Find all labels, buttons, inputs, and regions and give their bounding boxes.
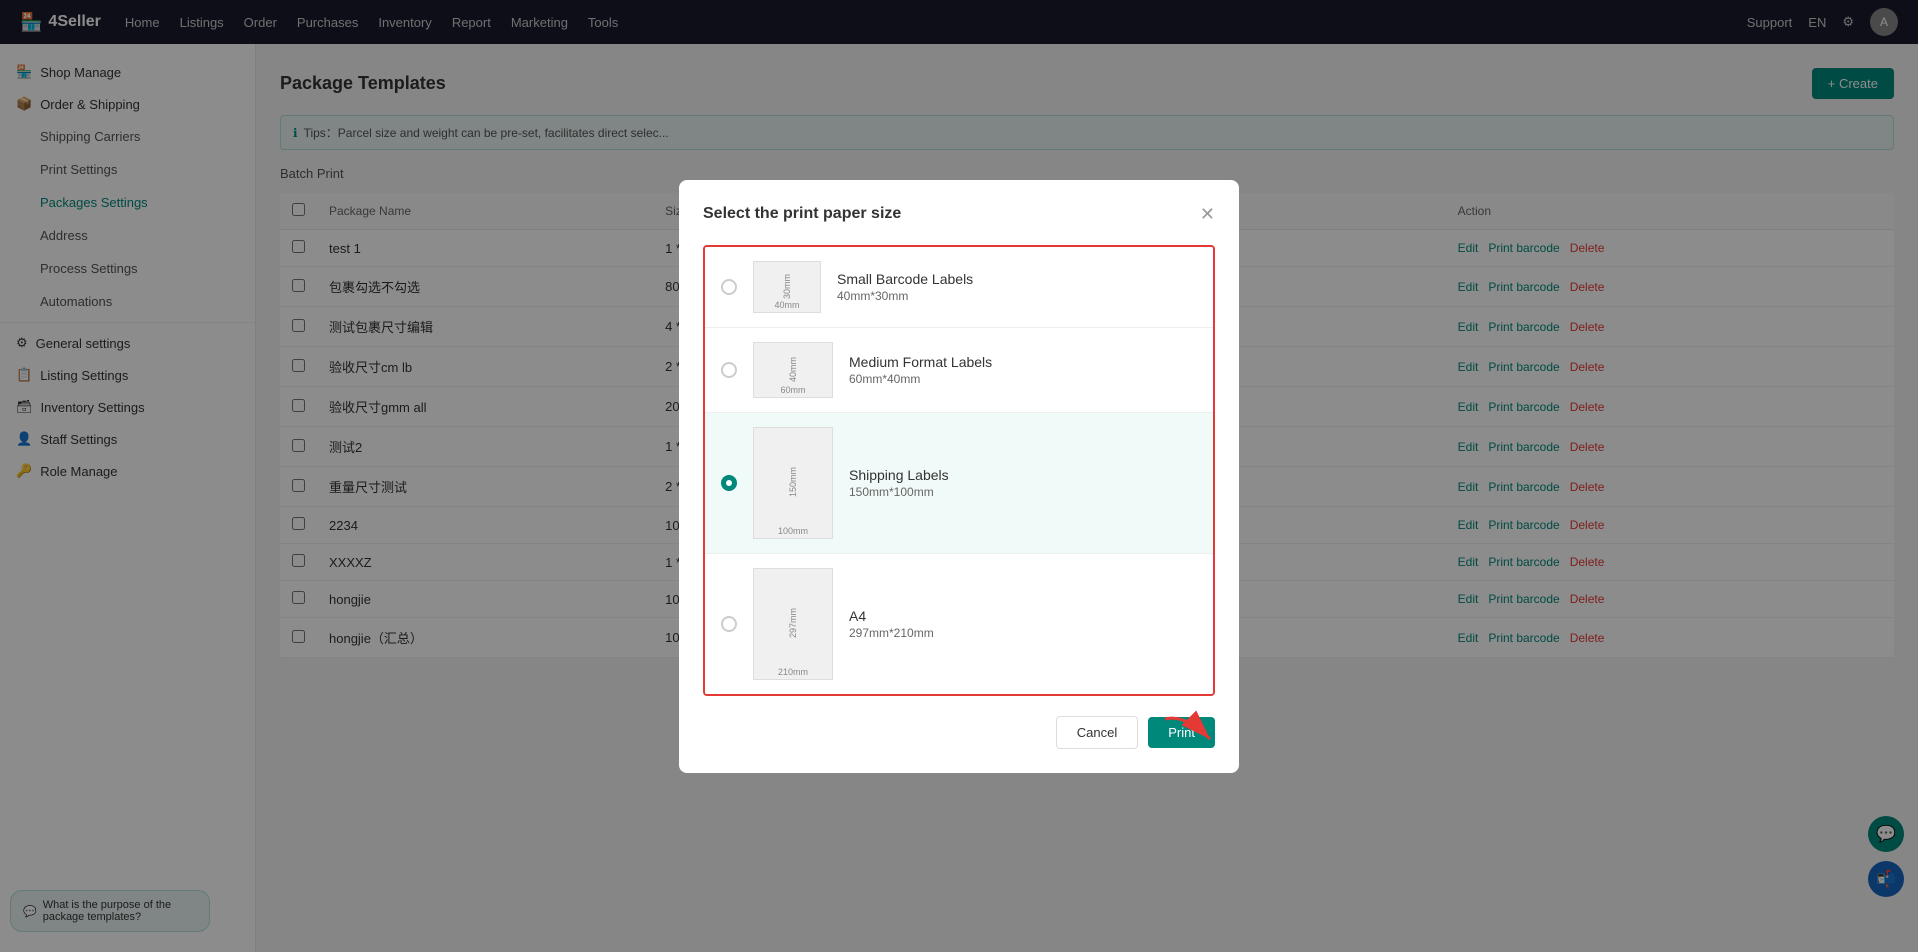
modal-overlay[interactable]: Select the print paper size ✕ 30mm 40mm …: [0, 0, 1918, 952]
radio-medium-format: [721, 362, 737, 378]
preview-width-label-a4: 210mm: [778, 667, 808, 677]
label-name-a4: A4: [849, 608, 1197, 624]
modal-header: Select the print paper size ✕: [703, 204, 1215, 225]
option-small-barcode[interactable]: 30mm 40mm Small Barcode Labels 40mm*30mm: [705, 247, 1213, 328]
label-info-a4: A4 297mm*210mm: [849, 608, 1197, 640]
option-a4[interactable]: 297mm 210mm A4 297mm*210mm: [705, 554, 1213, 694]
label-size-medium: 60mm*40mm: [849, 372, 1197, 386]
paper-size-modal: Select the print paper size ✕ 30mm 40mm …: [679, 180, 1239, 773]
paper-options-list: 30mm 40mm Small Barcode Labels 40mm*30mm…: [703, 245, 1215, 696]
label-info-small: Small Barcode Labels 40mm*30mm: [837, 271, 1197, 303]
radio-small-barcode: [721, 279, 737, 295]
label-size-small: 40mm*30mm: [837, 289, 1197, 303]
preview-a4: 297mm 210mm: [753, 568, 833, 680]
option-shipping-labels[interactable]: 150mm 100mm Shipping Labels 150mm*100mm: [705, 413, 1213, 554]
label-name-shipping: Shipping Labels: [849, 467, 1197, 483]
preview-width-label-medium: 60mm: [780, 385, 805, 395]
preview-small-barcode: 30mm 40mm: [753, 261, 821, 313]
option-medium-format[interactable]: 40mm 60mm Medium Format Labels 60mm*40mm: [705, 328, 1213, 413]
preview-width-label-shipping: 100mm: [778, 526, 808, 536]
label-name-small: Small Barcode Labels: [837, 271, 1197, 287]
preview-medium-format: 40mm 60mm: [753, 342, 833, 398]
preview-height-label: 30mm: [782, 274, 792, 299]
preview-height-label-a4: 297mm: [788, 608, 798, 638]
modal-title: Select the print paper size: [703, 205, 901, 223]
radio-a4: [721, 616, 737, 632]
preview-height-label-medium: 40mm: [788, 357, 798, 382]
modal-close-button[interactable]: ✕: [1200, 204, 1215, 225]
label-size-a4: 297mm*210mm: [849, 626, 1197, 640]
cancel-button[interactable]: Cancel: [1056, 716, 1138, 749]
modal-footer: Cancel Print: [703, 716, 1215, 749]
label-size-shipping: 150mm*100mm: [849, 485, 1197, 499]
label-info-shipping: Shipping Labels 150mm*100mm: [849, 467, 1197, 499]
label-name-medium: Medium Format Labels: [849, 354, 1197, 370]
arrow-annotation: [1155, 709, 1235, 759]
preview-width-label: 40mm: [774, 300, 799, 310]
label-info-medium: Medium Format Labels 60mm*40mm: [849, 354, 1197, 386]
preview-shipping-labels: 150mm 100mm: [753, 427, 833, 539]
radio-shipping-labels: [721, 475, 737, 491]
preview-height-label-shipping: 150mm: [788, 467, 798, 497]
